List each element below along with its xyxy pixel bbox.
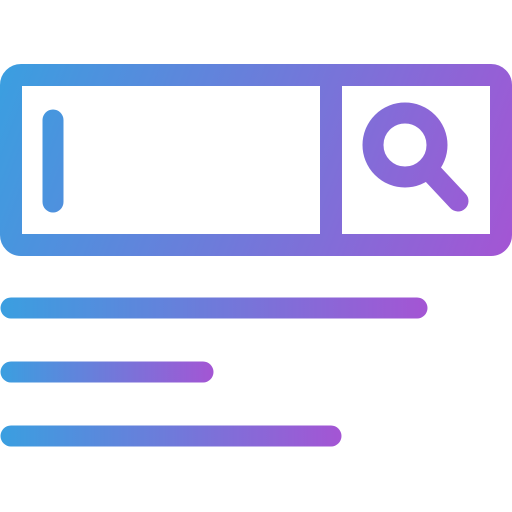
search-bar bbox=[0, 64, 512, 256]
search-input[interactable] bbox=[22, 86, 320, 234]
search-illustration-svg bbox=[0, 64, 512, 447]
result-lines bbox=[0, 297, 428, 447]
search-button[interactable] bbox=[342, 86, 490, 234]
search-results-illustration bbox=[0, 0, 512, 512]
